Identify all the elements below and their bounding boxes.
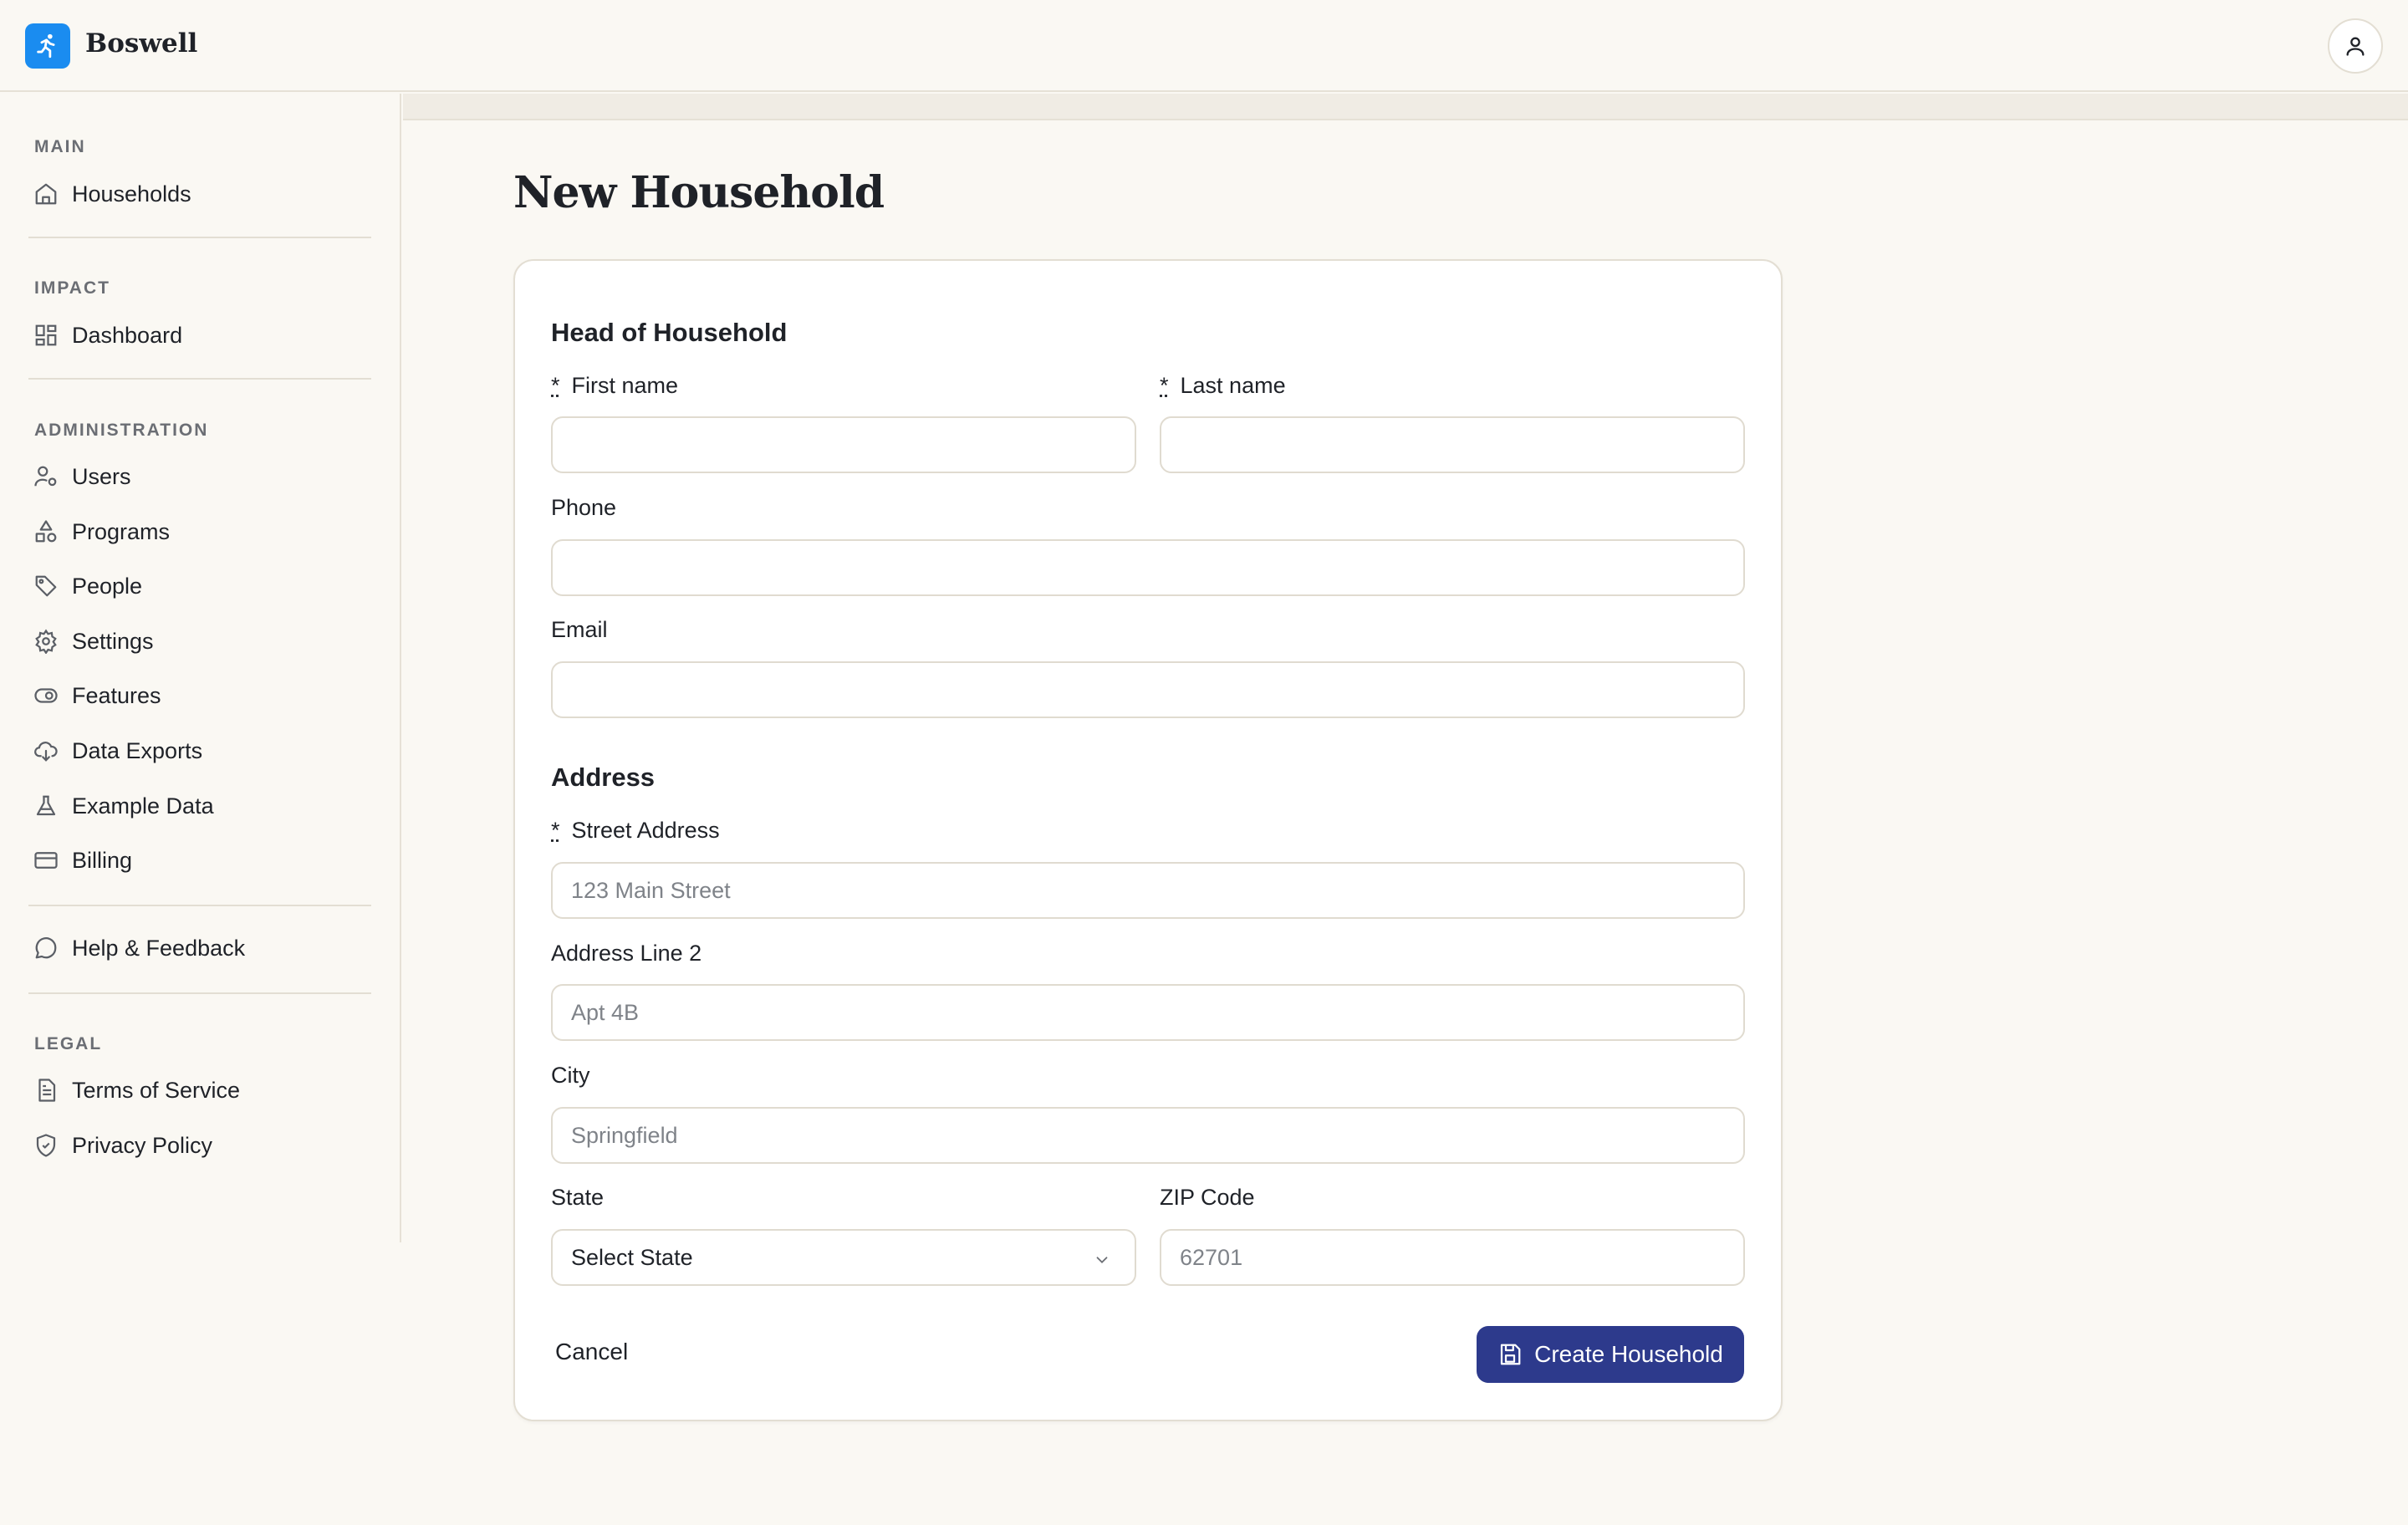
email-input[interactable] <box>551 661 1745 718</box>
dashboard-icon <box>32 321 60 349</box>
first-name-input[interactable] <box>551 416 1136 473</box>
sidebar-item-dashboard[interactable]: Dashboard <box>23 312 375 359</box>
sidebar-item-label: Example Data <box>72 793 214 819</box>
top-bar: Boswell <box>0 0 2408 92</box>
shapes-icon <box>32 518 60 546</box>
street-address-input[interactable] <box>551 862 1745 919</box>
street-address-label: * Street Address <box>551 818 720 844</box>
cloud-download-icon <box>32 737 60 765</box>
tag-icon <box>32 572 60 600</box>
sidebar: MAIN Households IMPACT Dashboard ADMINIS… <box>0 94 401 1242</box>
home-icon <box>32 180 60 208</box>
user-icon[interactable] <box>2328 18 2383 74</box>
address-line-2-input[interactable] <box>551 984 1745 1041</box>
sidebar-item-privacy[interactable]: Privacy Policy <box>23 1122 375 1169</box>
state-select-value: Select State <box>571 1244 693 1270</box>
state-label: State <box>551 1185 605 1210</box>
sidebar-item-label: Users <box>72 463 131 489</box>
sidebar-item-label: Settings <box>72 628 154 654</box>
zip-code-input[interactable] <box>1160 1229 1745 1286</box>
sidebar-item-label: Terms of Service <box>72 1077 241 1103</box>
section-title-legal: LEGAL <box>34 1034 103 1053</box>
phone-label: Phone <box>551 495 617 520</box>
page-title: New Household <box>513 167 885 218</box>
street-address-label-text: Street Address <box>571 818 720 843</box>
create-household-label: Create Household <box>1534 1341 1723 1367</box>
sidebar-item-billing[interactable]: Billing <box>23 837 375 884</box>
flask-icon <box>32 792 60 820</box>
running-figure-icon[interactable] <box>25 23 70 69</box>
sidebar-item-label: Billing <box>72 847 133 873</box>
sidebar-item-programs[interactable]: Programs <box>23 508 375 555</box>
city-input[interactable] <box>551 1107 1745 1164</box>
sidebar-item-label: Privacy Policy <box>72 1132 213 1158</box>
required-marker: * <box>551 818 560 843</box>
city-label: City <box>551 1063 590 1088</box>
divider <box>28 992 371 994</box>
section-title-main: MAIN <box>34 137 86 156</box>
email-label: Email <box>551 617 608 642</box>
sidebar-item-label: People <box>72 573 143 599</box>
shield-check-icon <box>32 1131 60 1160</box>
zip-code-label: ZIP Code <box>1160 1185 1255 1210</box>
address-line-2-label: Address Line 2 <box>551 941 702 966</box>
cancel-button[interactable]: Cancel <box>555 1331 628 1373</box>
sidebar-item-data-exports[interactable]: Data Exports <box>23 727 375 774</box>
chat-bubble-icon <box>32 934 60 962</box>
last-name-input[interactable] <box>1160 416 1745 473</box>
gear-icon <box>32 627 60 655</box>
sidebar-item-example-data[interactable]: Example Data <box>23 783 375 829</box>
sidebar-item-label: Dashboard <box>72 322 183 348</box>
last-name-label-text: Last name <box>1180 373 1286 398</box>
sidebar-item-users[interactable]: Users <box>23 453 375 500</box>
user-gear-icon <box>32 462 60 491</box>
address-heading: Address <box>551 762 656 792</box>
sidebar-item-settings[interactable]: Settings <box>23 618 375 665</box>
section-title-impact: IMPACT <box>34 278 110 298</box>
sidebar-item-label: Help & Feedback <box>72 935 246 961</box>
document-icon <box>32 1076 60 1104</box>
sidebar-item-terms[interactable]: Terms of Service <box>23 1067 375 1114</box>
toggle-icon <box>32 681 60 710</box>
last-name-label: * Last name <box>1160 373 1286 399</box>
first-name-label-text: First name <box>571 373 679 398</box>
divider <box>28 905 371 906</box>
sidebar-item-label: Programs <box>72 518 171 544</box>
credit-card-icon <box>32 846 60 875</box>
required-marker: * <box>551 373 560 398</box>
create-household-button[interactable]: Create Household <box>1477 1326 1744 1383</box>
state-select[interactable]: Select State <box>551 1229 1136 1286</box>
sidebar-item-features[interactable]: Features <box>23 672 375 719</box>
section-title-administration: ADMINISTRATION <box>34 421 209 440</box>
save-icon <box>1497 1342 1523 1367</box>
sidebar-item-people[interactable]: People <box>23 563 375 609</box>
sidebar-item-label: Features <box>72 682 161 708</box>
sidebar-item-label: Households <box>72 181 191 207</box>
chevron-down-icon <box>1093 1249 1111 1275</box>
divider <box>28 378 371 380</box>
brand-name[interactable]: Boswell <box>85 28 197 59</box>
sidebar-item-label: Data Exports <box>72 737 203 763</box>
head-of-household-heading: Head of Household <box>551 318 788 347</box>
content-top-strip <box>403 94 2408 120</box>
phone-input[interactable] <box>551 539 1745 596</box>
first-name-label: * First name <box>551 373 678 399</box>
sidebar-item-households[interactable]: Households <box>23 171 375 217</box>
divider <box>28 237 371 238</box>
sidebar-item-help-feedback[interactable]: Help & Feedback <box>23 925 375 972</box>
required-marker: * <box>1160 373 1169 398</box>
